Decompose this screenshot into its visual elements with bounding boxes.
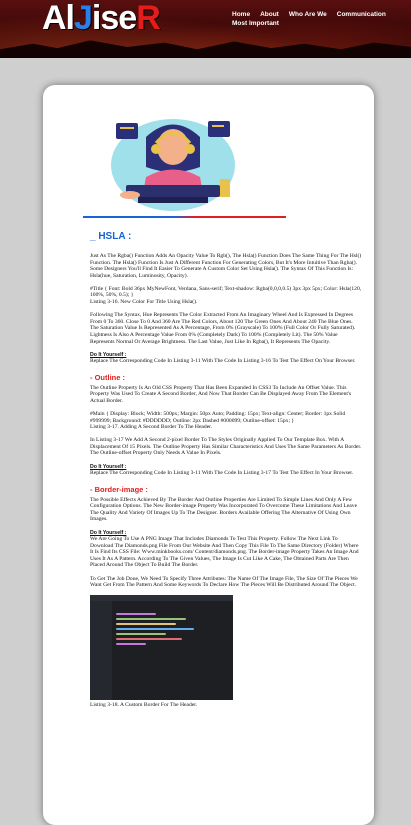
code-line	[116, 623, 176, 626]
paragraph: We Are Going To Use A PNG Image That Inc…	[90, 536, 359, 569]
paragraph: The Possible Effects Achieved By The Bor…	[90, 496, 358, 523]
main-nav: Home About Who Are We Communication Most Im…	[232, 10, 407, 28]
listing-caption: Listing 3-16. New Color For Title Using …	[90, 299, 198, 306]
code-line	[116, 618, 186, 621]
logo-part-2: J	[74, 0, 93, 37]
paragraph: Replace The Corresponding Code In Listin…	[90, 358, 356, 365]
article-card: _ HSLA : Just As The Rgba() Function Add…	[43, 85, 374, 825]
paragraph: Just As The Rgba() Function Adds An Opac…	[90, 253, 362, 279]
section-heading-outline: - Outline :	[90, 372, 125, 382]
code-line	[116, 638, 182, 641]
code-text: #Title { Font: Bold 36px MyNewFont, Verd…	[90, 285, 362, 299]
article-body: _ HSLA : Just As The Rgba() Function Add…	[90, 227, 362, 709]
code-text: #Main { Display: Block; Width: 500px; Ma…	[90, 411, 346, 424]
code-line	[116, 633, 166, 636]
listing-caption: Listing 3-17. Adding A Second Border To …	[90, 424, 213, 431]
nav-about[interactable]: About	[260, 10, 279, 19]
code-line	[116, 613, 156, 616]
nav-communication[interactable]: Communication	[337, 10, 386, 19]
nav-most-important[interactable]: Most Important	[232, 19, 279, 28]
paragraph: In Listing 3-17 We Add A Second 2-pixel …	[90, 437, 362, 457]
logo-part-4: R	[136, 0, 161, 37]
paragraph: Following The Syntax, Hue Represents The…	[90, 312, 356, 345]
site-logo[interactable]: AlJiseR	[42, 0, 161, 38]
hero-divider	[83, 216, 286, 218]
code-snippet: #Main { Display: Block; Width: 500px; Ma…	[90, 411, 362, 431]
code-line	[116, 643, 146, 646]
logo-part-1: Al	[42, 0, 75, 37]
code-line	[116, 628, 194, 631]
listing-caption: Listing 3-18. A Custom Border For The He…	[90, 702, 198, 709]
site-header: AlJiseR Home About Who Are We Communication…	[0, 0, 411, 58]
logo-part-3: ise	[91, 0, 137, 37]
editor-sidebar	[90, 601, 112, 701]
hero-illustration	[111, 119, 235, 211]
paragraph: The Outline Property Is An Old CSS Prope…	[90, 384, 352, 404]
paragraph: To Get The Job Done, We Need To Specify …	[90, 575, 358, 589]
code-screenshot	[90, 595, 233, 701]
code-snippet: #Title { Font: Bold 36px MyNewFont, Verd…	[90, 286, 362, 306]
nav-home[interactable]: Home	[232, 10, 250, 19]
nav-who-are-we[interactable]: Who Are We	[289, 10, 327, 19]
section-heading-border-image: - Border-image :	[90, 484, 148, 494]
section-heading-hsla: _ HSLA :	[90, 231, 132, 242]
paragraph: Replace The Corresponding Code In Listin…	[90, 470, 354, 477]
